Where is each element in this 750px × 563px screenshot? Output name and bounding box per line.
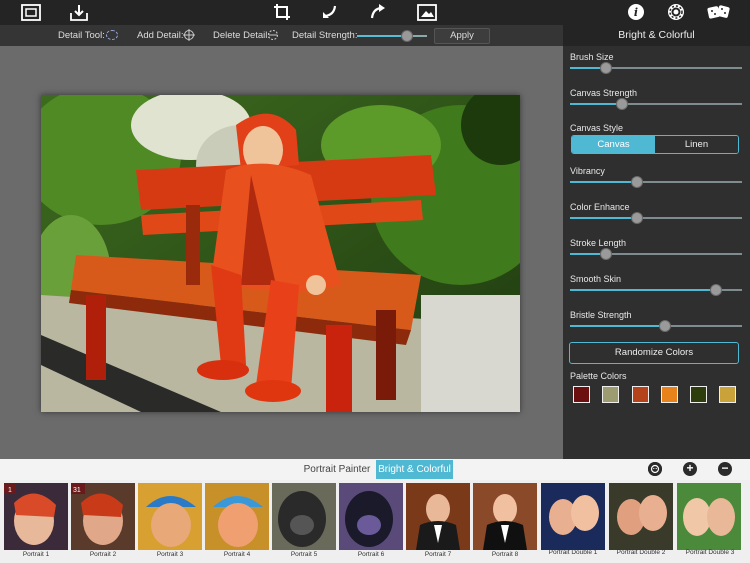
- add-detail-label: Add Detail:: [137, 30, 184, 41]
- detail-tool-bar: Detail Tool: Add Detail: Delete Detail: …: [0, 25, 563, 46]
- thumbnail-label: Portrait 6: [357, 551, 385, 558]
- stroke-length-knob[interactable]: [600, 248, 613, 260]
- svg-text:i: i: [634, 6, 638, 19]
- smooth-skin-fill: [570, 289, 717, 291]
- painting-image: [41, 95, 520, 412]
- info-icon[interactable]: i: [626, 3, 646, 21]
- palette-swatch[interactable]: [719, 386, 736, 403]
- thumbnail-label: Portrait 5: [290, 551, 318, 558]
- canvas-strength-label: Canvas Strength: [570, 88, 638, 98]
- remove-preset-icon[interactable]: −: [718, 462, 732, 476]
- randomize-dice-icon[interactable]: [707, 3, 731, 21]
- detail-tool-label: Detail Tool:: [58, 30, 105, 41]
- brush-size-label: Brush Size: [570, 52, 614, 62]
- canvas-strength-slider[interactable]: [570, 98, 742, 110]
- thumbnail-1-badge: 1: [8, 487, 12, 494]
- thumbnail-label: Portrait 2: [89, 551, 117, 558]
- palette-colors-label: Palette Colors: [570, 371, 627, 381]
- color-enhance-slider[interactable]: [570, 212, 742, 224]
- crop-icon[interactable]: [272, 3, 292, 21]
- palette-swatch[interactable]: [573, 386, 590, 403]
- bristle-strength-fill: [570, 325, 665, 327]
- thumbnail-label: Portrait Double 3: [685, 549, 735, 556]
- bristle-strength-slider[interactable]: [570, 320, 742, 332]
- thumbnail-portrait-3[interactable]: [138, 483, 202, 550]
- thumbnail-portrait-6[interactable]: [339, 483, 403, 550]
- thumbnail-label: Portrait 4: [223, 551, 251, 558]
- preset-thumbnail-strip: 1 31 Portrait 1 Portrait 2 Portrait 3 Po…: [0, 480, 750, 563]
- detail-strength-knob[interactable]: [401, 30, 414, 42]
- thumbnail-portrait-7[interactable]: [406, 483, 470, 550]
- save-icon[interactable]: [69, 3, 89, 21]
- bristle-strength-knob[interactable]: [658, 320, 671, 332]
- thumbnail-label: Portrait 8: [491, 551, 519, 558]
- delete-detail-icon[interactable]: [267, 29, 279, 41]
- bristle-strength-label: Bristle Strength: [570, 310, 632, 320]
- stroke-length-label: Stroke Length: [570, 238, 627, 248]
- add-preset-icon[interactable]: +: [683, 462, 697, 476]
- painted-photo[interactable]: [41, 95, 520, 412]
- undo-icon[interactable]: [319, 3, 339, 21]
- thumbnail-label: Portrait 7: [424, 551, 452, 558]
- style-category-tabs: Portrait Painter Bright & Colorful + −: [0, 459, 750, 480]
- thumbnail-label: Portrait Double 1: [548, 549, 598, 556]
- thumbnail-portrait-2[interactable]: 31: [71, 483, 135, 550]
- tab-bright-colorful[interactable]: Bright & Colorful: [376, 460, 453, 479]
- vibrancy-knob[interactable]: [631, 176, 644, 188]
- brush-size-slider[interactable]: [570, 62, 742, 74]
- thumbnail-label: Portrait Double 2: [616, 549, 666, 556]
- thumbnail-portrait-double-2[interactable]: [609, 483, 673, 550]
- apply-button[interactable]: Apply: [434, 28, 490, 44]
- color-enhance-knob[interactable]: [631, 212, 644, 224]
- delete-detail-label: Delete Detail:: [213, 30, 271, 41]
- thumbnail-portrait-double-3[interactable]: [677, 483, 741, 550]
- stroke-length-slider[interactable]: [570, 248, 742, 260]
- thumbnail-portrait-double-1[interactable]: [541, 483, 605, 550]
- palette-swatch[interactable]: [661, 386, 678, 403]
- thumbnail-portrait-4[interactable]: [205, 483, 269, 550]
- palette-swatch[interactable]: [602, 386, 619, 403]
- canvas-area[interactable]: [0, 46, 563, 459]
- color-enhance-fill: [570, 217, 638, 219]
- brush-size-knob[interactable]: [600, 62, 613, 74]
- thumbnail-portrait-1[interactable]: 1: [4, 483, 68, 550]
- canvas-strength-knob[interactable]: [615, 98, 628, 110]
- detail-tool-brush-icon[interactable]: [106, 30, 118, 40]
- detail-strength-label: Detail Strength:: [292, 30, 358, 41]
- settings-icon[interactable]: [666, 3, 686, 21]
- canvas-style-label: Canvas Style: [570, 123, 624, 133]
- tab-portrait-painter[interactable]: Portrait Painter: [300, 460, 374, 479]
- thumbnail-2-badge: 31: [73, 487, 81, 494]
- detail-strength-slider[interactable]: [357, 30, 427, 42]
- palette-swatch[interactable]: [632, 386, 649, 403]
- palette-swatch[interactable]: [690, 386, 707, 403]
- top-toolbar: i: [0, 0, 750, 25]
- thumbnail-portrait-8[interactable]: [473, 483, 537, 550]
- canvas-style-segmented: Canvas Linen: [571, 135, 739, 154]
- canvas-style-linen-option[interactable]: Linen: [655, 136, 738, 153]
- add-detail-icon[interactable]: [183, 29, 195, 41]
- vibrancy-slider[interactable]: [570, 176, 742, 188]
- thumbnail-portrait-5[interactable]: [272, 483, 336, 550]
- image-icon[interactable]: [417, 3, 437, 21]
- canvas-style-canvas-option[interactable]: Canvas: [572, 136, 655, 153]
- panel-title: Bright & Colorful: [563, 25, 750, 46]
- smooth-skin-label: Smooth Skin: [570, 274, 622, 284]
- randomize-colors-button[interactable]: Randomize Colors: [569, 342, 739, 364]
- vibrancy-label: Vibrancy: [570, 166, 605, 176]
- gallery-icon[interactable]: [21, 3, 41, 21]
- thumbnail-label: Portrait 1: [22, 551, 50, 558]
- smooth-skin-knob[interactable]: [710, 284, 723, 296]
- detail-strength-fill: [357, 35, 408, 37]
- redo-icon[interactable]: [368, 3, 388, 21]
- smooth-skin-slider[interactable]: [570, 284, 742, 296]
- vibrancy-fill: [570, 181, 638, 183]
- color-enhance-label: Color Enhance: [570, 202, 630, 212]
- canvas-strength-fill: [570, 103, 622, 105]
- face-detect-icon[interactable]: [648, 462, 662, 476]
- settings-panel: Brush Size Canvas Strength Canvas Style …: [563, 46, 750, 459]
- thumbnail-label: Portrait 3: [156, 551, 184, 558]
